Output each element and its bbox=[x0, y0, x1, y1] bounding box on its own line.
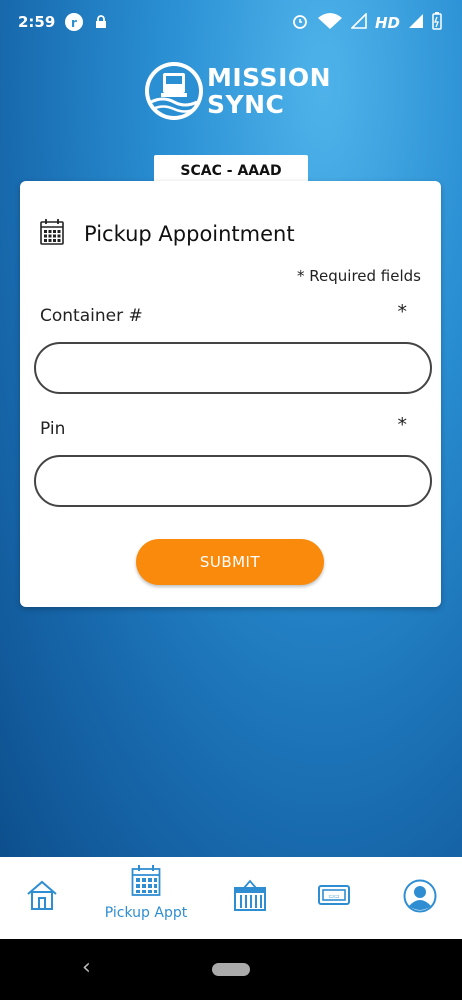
back-icon[interactable]: ‹ bbox=[82, 955, 91, 980]
calendar-icon bbox=[40, 219, 64, 249]
network-type-label: HD bbox=[374, 14, 400, 32]
container-number-label: Container # bbox=[40, 306, 143, 326]
container-icon bbox=[233, 879, 267, 917]
pin-required-mark: * bbox=[397, 414, 408, 436]
page-title: Pickup Appointment bbox=[84, 222, 295, 246]
home-pill[interactable] bbox=[212, 963, 250, 976]
card-header: Pickup Appointment bbox=[40, 219, 295, 249]
system-nav-bar: ‹ bbox=[0, 939, 462, 1000]
nav-pickup-appt-label: Pickup Appt bbox=[104, 905, 188, 921]
required-fields-note: * Required fields bbox=[297, 267, 421, 285]
signal-icon bbox=[408, 13, 424, 33]
calendar-icon bbox=[131, 865, 161, 901]
svg-text:r: r bbox=[71, 16, 77, 30]
logo-line-1: MISSION bbox=[207, 63, 332, 92]
profile-icon bbox=[403, 879, 437, 917]
nav-pickup-appt[interactable]: Pickup Appt bbox=[98, 865, 194, 921]
nav-ticket[interactable]: ▭▭ bbox=[318, 883, 350, 911]
battery-icon bbox=[432, 12, 442, 34]
wifi-icon bbox=[317, 12, 343, 34]
status-notifications: r bbox=[64, 12, 108, 36]
signal-icon bbox=[350, 12, 367, 33]
status-time: 2:59 bbox=[18, 13, 56, 31]
pickup-appointment-card: Pickup Appointment * Required fields Con… bbox=[20, 181, 441, 607]
nav-home[interactable] bbox=[25, 879, 59, 915]
pin-label: Pin bbox=[40, 419, 66, 439]
submit-button[interactable]: SUBMIT bbox=[136, 539, 324, 585]
logo-line-2: SYNC bbox=[207, 90, 285, 119]
svg-text:▭▭: ▭▭ bbox=[328, 893, 339, 900]
truck-logo-icon bbox=[143, 60, 205, 122]
logo-wordmark: MISSION SYNC bbox=[207, 64, 331, 118]
container-number-input[interactable] bbox=[34, 342, 432, 394]
home-icon bbox=[25, 880, 59, 915]
bottom-nav: Pickup Appt ▭▭ bbox=[0, 857, 462, 939]
pin-input[interactable] bbox=[34, 455, 432, 507]
lock-notification-icon bbox=[94, 15, 108, 33]
app-r-icon: r bbox=[64, 12, 84, 36]
nav-container[interactable] bbox=[233, 879, 267, 917]
status-bar: 2:59 r HD bbox=[0, 0, 462, 44]
alarm-icon bbox=[291, 12, 309, 34]
ticket-icon: ▭▭ bbox=[318, 885, 350, 911]
status-system-icons: HD bbox=[291, 12, 442, 34]
nav-profile[interactable] bbox=[403, 879, 437, 917]
mission-sync-logo: MISSION SYNC bbox=[143, 58, 331, 124]
container-required-mark: * bbox=[397, 301, 408, 323]
